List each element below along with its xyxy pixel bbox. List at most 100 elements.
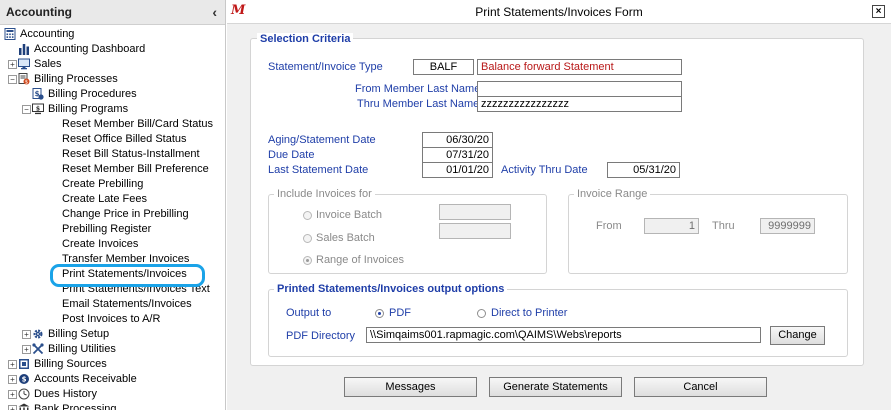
pdf-directory-field[interactable]: \\Simqaims001.rapmagic.com\QAIMS\Webs\re…	[366, 327, 761, 343]
sidebar-item[interactable]: Create Late Fees	[0, 192, 225, 207]
selection-criteria-legend: Selection Criteria	[257, 33, 354, 45]
last-statement-date-label: Last Statement Date	[268, 164, 369, 176]
sidebar-item[interactable]: + Sales	[0, 57, 225, 72]
sidebar-item[interactable]: Reset Member Bill/Card Status	[0, 117, 225, 132]
range-from-field[interactable]: 1	[644, 218, 699, 234]
sidebar-item-label: Change Price in Prebilling	[62, 208, 189, 220]
bank-icon	[18, 403, 30, 410]
expand-toggle-icon[interactable]: +	[22, 330, 31, 339]
range-thru-label: Thru	[712, 220, 735, 232]
sidebar-item[interactable]: Reset Member Bill Preference	[0, 162, 225, 177]
close-button[interactable]: ×	[872, 5, 885, 18]
statement-type-label: Statement/Invoice Type	[268, 61, 383, 73]
billing-processes-icon: $	[18, 73, 30, 85]
sidebar-item[interactable]: Change Price in Prebilling	[0, 207, 225, 222]
aging-date-field[interactable]: 06/30/20	[422, 132, 493, 148]
title-bar: M Print Statements/Invoices Form ×	[227, 0, 891, 24]
sidebar-item-label: Post Invoices to A/R	[62, 313, 161, 325]
invoice-batch-radio[interactable]	[303, 211, 312, 220]
due-date-field[interactable]: 07/31/20	[422, 147, 493, 163]
range-thru-field[interactable]: 9999999	[760, 218, 815, 234]
sidebar-item-label: Billing Utilities	[48, 343, 116, 355]
invoice-batch-label: Invoice Batch	[316, 209, 383, 221]
sidebar-item[interactable]: + Billing Sources	[0, 357, 225, 372]
sidebar-item-label: Accounting Dashboard	[34, 43, 146, 55]
expand-toggle-icon[interactable]: +	[8, 375, 17, 384]
sidebar-item[interactable]: Prebilling Register	[0, 222, 225, 237]
selection-criteria-panel: Selection Criteria Statement/Invoice Typ…	[250, 33, 864, 366]
activity-thru-date-field[interactable]: 05/31/20	[607, 162, 680, 178]
sidebar-item-label: Create Prebilling	[62, 178, 144, 190]
sidebar-item[interactable]: $ Billing Procedures	[0, 87, 225, 102]
expand-toggle-icon[interactable]: +	[8, 60, 17, 69]
output-to-label: Output to	[286, 307, 332, 319]
statement-type-code-field[interactable]: BALF	[413, 59, 474, 75]
sales-batch-field[interactable]	[439, 223, 511, 239]
cancel-button[interactable]: Cancel	[634, 377, 767, 397]
sidebar-item[interactable]: Accounting	[0, 27, 225, 42]
window-title: Print Statements/Invoices Form	[475, 5, 643, 19]
sidebar-item-label: Dues History	[34, 388, 97, 400]
gear-icon	[32, 328, 44, 340]
sidebar-item[interactable]: Post Invoices to A/R	[0, 312, 225, 327]
collapse-icon[interactable]: ‹	[212, 4, 217, 20]
sidebar-item[interactable]: Create Prebilling	[0, 177, 225, 192]
include-invoices-group: Include Invoices for Invoice Batch Sales…	[268, 188, 547, 274]
sidebar-item-label: Reset Office Billed Status	[62, 133, 187, 145]
sidebar-item[interactable]: Print Statements/Invoices	[0, 267, 225, 282]
messages-button[interactable]: Messages	[344, 377, 477, 397]
sidebar-item[interactable]: Print Statements/Invoices Text	[0, 282, 225, 297]
sidebar-item[interactable]: Email Statements/Invoices	[0, 297, 225, 312]
sidebar-item[interactable]: + Dues History	[0, 387, 225, 402]
sidebar-item[interactable]: + Billing Setup	[0, 327, 225, 342]
from-last-name-label: From Member Last Name	[355, 83, 481, 95]
sidebar-item-label: Accounting	[20, 28, 75, 40]
sidebar-item-label: Reset Bill Status-Installment	[62, 148, 200, 160]
statement-type-description: Balance forward Statement	[477, 59, 682, 75]
thru-last-name-field[interactable]: zzzzzzzzzzzzzzzz	[477, 96, 682, 112]
sales-batch-radio[interactable]	[303, 234, 312, 243]
monitor-icon	[18, 58, 30, 70]
include-invoices-legend: Include Invoices for	[274, 188, 375, 200]
svg-text:$: $	[36, 105, 40, 112]
sidebar-item[interactable]: Transfer Member Invoices	[0, 252, 225, 267]
sidebar-item-label: Reset Member Bill/Card Status	[62, 118, 213, 130]
sidebar-item[interactable]: Create Invoices	[0, 237, 225, 252]
generate-statements-button[interactable]: Generate Statements	[489, 377, 622, 397]
invoice-batch-field[interactable]	[439, 204, 511, 220]
sidebar-item[interactable]: Accounting Dashboard	[0, 42, 225, 57]
collapse-toggle-icon[interactable]: −	[8, 75, 17, 84]
collapse-toggle-icon[interactable]: −	[22, 105, 31, 114]
sidebar-title: Accounting	[6, 5, 72, 19]
sidebar-item-label: Billing Setup	[48, 328, 110, 340]
expand-toggle-icon[interactable]: +	[8, 390, 17, 399]
range-of-invoices-radio[interactable]	[303, 256, 312, 265]
invoice-range-group: Invoice Range From 1 Thru 9999999	[568, 188, 848, 274]
aging-date-label: Aging/Statement Date	[268, 134, 376, 146]
expand-toggle-icon[interactable]: +	[8, 405, 17, 410]
output-options-group: Printed Statements/Invoices output optio…	[268, 283, 848, 357]
sidebar-item[interactable]: Reset Bill Status-Installment	[0, 147, 225, 162]
direct-to-printer-radio[interactable]	[477, 309, 486, 318]
sidebar-item-label: Email Statements/Invoices	[62, 298, 192, 310]
sidebar-item-label: Bank Processing	[34, 403, 117, 410]
svg-text:$: $	[22, 376, 27, 384]
last-statement-date-field[interactable]: 01/01/20	[422, 162, 493, 178]
activity-thru-date-label: Activity Thru Date	[501, 164, 588, 176]
sidebar-item[interactable]: − $ Billing Programs	[0, 102, 225, 117]
expand-toggle-icon[interactable]: +	[8, 360, 17, 369]
expand-toggle-icon[interactable]: +	[22, 345, 31, 354]
pdf-directory-label: PDF Directory	[286, 330, 356, 342]
sidebar-item[interactable]: + Billing Utilities	[0, 342, 225, 357]
sidebar-item[interactable]: + Bank Processing	[0, 402, 225, 410]
range-of-invoices-label: Range of Invoices	[316, 254, 405, 266]
bar-chart-icon	[18, 43, 30, 55]
sidebar-item[interactable]: Reset Office Billed Status	[0, 132, 225, 147]
sidebar-item[interactable]: + $ Accounts Receivable	[0, 372, 225, 387]
sidebar-item-label: Create Invoices	[62, 238, 139, 250]
pdf-radio[interactable]	[375, 309, 384, 318]
change-directory-button[interactable]: Change	[770, 326, 825, 345]
sidebar-item[interactable]: − $ Billing Processes	[0, 72, 225, 87]
from-last-name-field[interactable]	[477, 81, 682, 97]
sidebar-item-label: Billing Procedures	[48, 88, 137, 100]
